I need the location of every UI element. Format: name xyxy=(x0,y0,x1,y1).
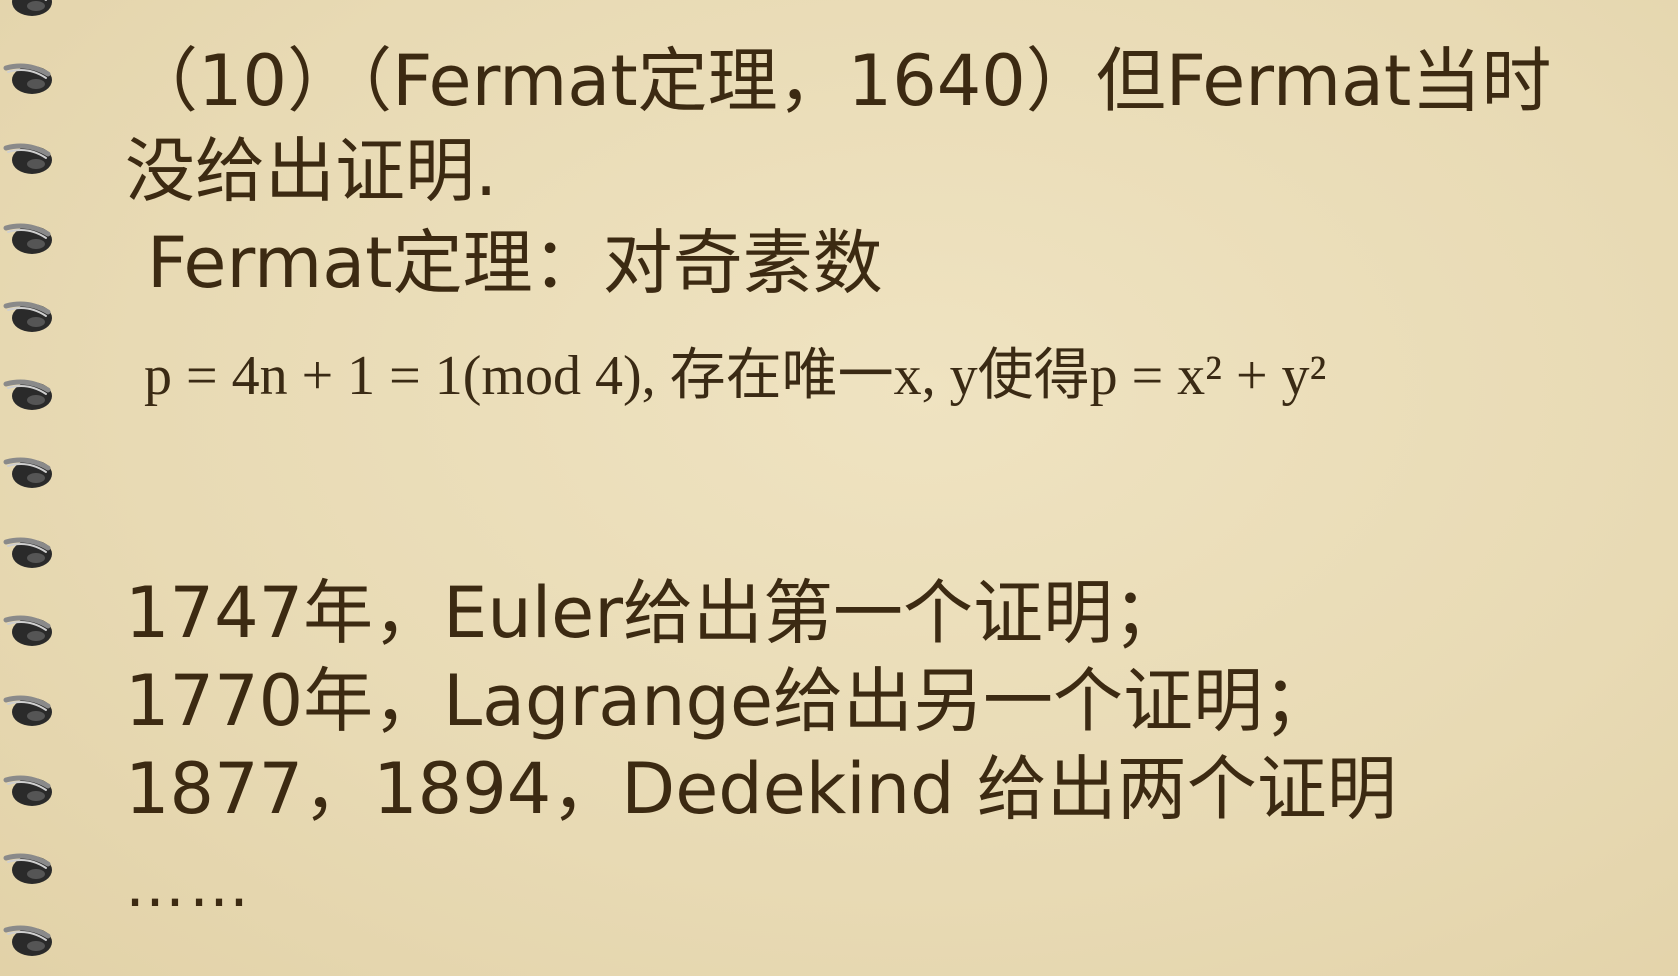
theorem-statement-intro: Fermat定理：对奇素数 xyxy=(147,222,883,304)
theorem-formula: p = 4n + 1 = 1(mod 4), 存在唯一x, y使得p = x² … xyxy=(144,345,1327,407)
ellipsis: …… xyxy=(125,851,253,921)
spiral-ring-icon xyxy=(2,138,54,178)
spiral-ring-icon xyxy=(2,452,54,492)
heading-line-fermat-theorem: （10）（Fermat定理，1640）但Fermat当时 xyxy=(128,40,1552,122)
heading-line-no-proof: 没给出证明. xyxy=(125,130,498,212)
spiral-ring-icon xyxy=(2,770,54,810)
spiral-ring-icon xyxy=(2,374,54,414)
spiral-ring-icon xyxy=(2,58,54,98)
spiral-ring-icon xyxy=(2,532,54,572)
spiral-binding xyxy=(0,0,70,976)
slide-page: （10）（Fermat定理，1640）但Fermat当时 没给出证明. Ferm… xyxy=(0,0,1678,976)
spiral-ring-icon xyxy=(2,296,54,336)
spiral-ring-icon xyxy=(2,610,54,650)
history-euler: 1747年，Euler给出第一个证明； xyxy=(125,572,1184,654)
history-lagrange: 1770年，Lagrange给出另一个证明； xyxy=(125,660,1334,742)
spiral-ring-icon xyxy=(2,920,54,960)
spiral-ring-icon xyxy=(2,690,54,730)
spiral-ring-icon xyxy=(2,218,54,258)
spiral-ring-icon xyxy=(2,848,54,888)
history-dedekind: 1877，1894，Dedekind 给出两个证明 xyxy=(125,748,1397,830)
spiral-ring-icon xyxy=(2,0,54,20)
